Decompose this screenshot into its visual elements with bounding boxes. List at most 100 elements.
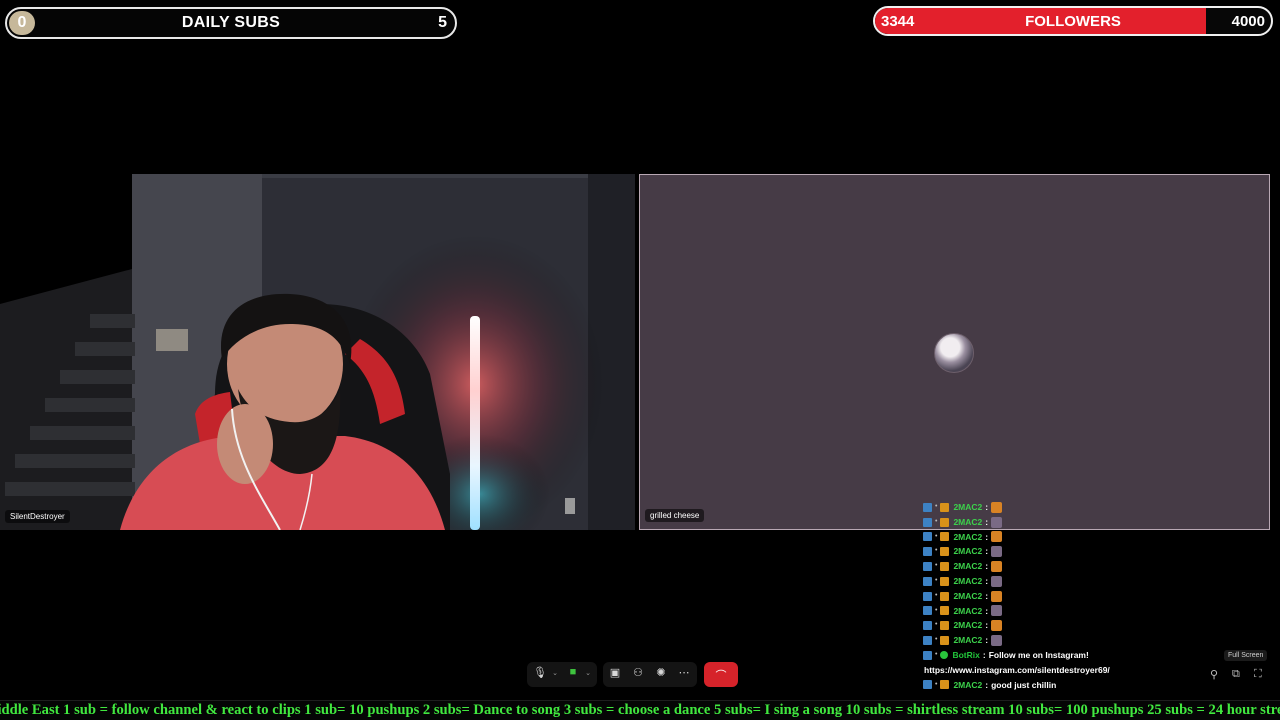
chat-username: 2MAC2 — [953, 620, 983, 631]
chat-username: BotRix — [952, 649, 980, 660]
separator-dot: • — [935, 636, 938, 644]
gamepad-icon[interactable]: ⚇ — [630, 666, 646, 679]
chevron-down-icon[interactable]: ⌄ — [584, 669, 592, 677]
chat-message: • 2MAC2: — [923, 633, 1173, 648]
separator-dot: • — [935, 680, 938, 688]
separator-dot: • — [935, 650, 938, 658]
chat-message: • 2MAC2: — [923, 544, 1173, 559]
chat-colon: : — [985, 561, 989, 572]
badge-icon — [923, 562, 932, 572]
hang-up-icon: ⌒ — [715, 670, 727, 682]
badge-icon — [923, 502, 932, 512]
popout-icon[interactable]: ⧉ — [1232, 668, 1240, 681]
crown-badge-icon — [940, 562, 950, 572]
followers-goal-target: 4000 — [1231, 13, 1265, 30]
separator-dot: • — [935, 621, 938, 629]
wave-emote — [991, 531, 1003, 543]
separator-dot: • — [935, 591, 938, 599]
wave-emote — [991, 590, 1003, 602]
badge-icon — [923, 547, 932, 557]
cat-emote — [991, 575, 1003, 587]
chat-colon: : — [985, 635, 989, 646]
subs-goal-title: DAILY SUBS — [181, 14, 281, 31]
chat-username: 2MAC2 — [953, 679, 983, 690]
pin-icon[interactable]: ⚲ — [1210, 668, 1218, 681]
crown-badge-icon — [940, 636, 950, 646]
crown-badge-icon — [940, 576, 950, 586]
subs-goal-target: 5 — [438, 14, 447, 31]
chat-message: • 2MAC2: — [923, 530, 1173, 545]
chat-colon: : — [985, 502, 989, 512]
chat-username: 2MAC2 — [953, 561, 983, 572]
chat-colon: : — [985, 546, 989, 557]
chat-message: • 2MAC2: — [923, 500, 1173, 515]
microphone-icon[interactable]: 🎙 — [532, 666, 548, 679]
badge-icon — [923, 591, 932, 601]
chat-message: • 2MAC2 : good just chillin — [923, 678, 1173, 693]
chat-colon: : — [985, 605, 989, 616]
chat-link[interactable]: https://www.instagram.com/silentdestroye… — [923, 663, 1173, 678]
chat-message: • 2MAC2: — [923, 574, 1173, 589]
chat-overlay: • 2MAC2: • 2MAC2: • 2MAC2: • 2MAC2: • 2MAC2: • 2MAC… — [923, 500, 1173, 692]
separator-dot: • — [935, 562, 938, 570]
followers-goal-title: FOLLOWERS — [1025, 13, 1121, 30]
cat-emote — [991, 516, 1003, 528]
badge-icon — [923, 606, 932, 616]
wave-emote — [991, 561, 1003, 573]
crown-badge-icon — [940, 547, 950, 557]
chat-username: 2MAC2 — [953, 546, 983, 557]
crown-badge-icon — [940, 606, 950, 616]
full-screen-tooltip: Full Screen — [1224, 650, 1268, 661]
screen-share-icon[interactable]: ▣ — [607, 666, 623, 679]
participant-name-tag: grilled cheese — [645, 509, 705, 522]
ticker-divider — [0, 700, 1280, 701]
crown-badge-icon — [940, 502, 950, 512]
chat-username: 2MAC2 — [953, 531, 983, 542]
chat-message-bot: • BotRix : Follow me on Instagram! — [923, 648, 1173, 663]
separator-dot: • — [935, 547, 938, 555]
chat-message: • 2MAC2: — [923, 604, 1173, 619]
participant-name-tag: SilentDestroyer — [5, 510, 70, 523]
chat-username: 2MAC2 — [953, 516, 983, 527]
chat-text: good just chillin — [991, 679, 1057, 690]
chat-colon: : — [985, 575, 989, 586]
chevron-down-icon[interactable]: ⌄ — [551, 669, 559, 677]
ticker-text: conflict in Middle East 1 sub = follow c… — [0, 702, 1280, 718]
tools-group: ▣ ⚇ ✺ ⋯ — [603, 662, 697, 687]
separator-dot: • — [935, 606, 938, 614]
badge-icon — [923, 680, 932, 690]
daily-subs-goal-bar: 0 DAILY SUBS 5 — [5, 7, 457, 39]
cat-avatar-icon — [934, 333, 974, 373]
chat-colon: : — [982, 649, 986, 660]
badge-icon — [923, 621, 932, 631]
cat-emote — [991, 635, 1003, 647]
wave-emote — [991, 620, 1003, 632]
cat-emote — [991, 546, 1003, 558]
chat-username: 2MAC2 — [953, 590, 983, 601]
bot-badge-icon — [940, 651, 949, 660]
crown-badge-icon — [940, 621, 950, 631]
video-tile-silentdestroyer[interactable]: SilentDestroyer — [0, 174, 635, 530]
audio-video-group: 🎙 ⌄ ■ ⌄ — [527, 662, 597, 687]
separator-dot: • — [935, 576, 938, 584]
video-tile-grilled-cheese[interactable]: grilled cheese — [639, 174, 1270, 530]
webcam-feed — [0, 174, 635, 530]
hang-up-button[interactable]: ⌒ — [704, 662, 738, 687]
chat-colon: : — [985, 620, 989, 631]
crown-badge-icon — [940, 532, 950, 542]
camera-icon[interactable]: ■ — [565, 666, 581, 678]
badge-icon — [923, 517, 932, 527]
more-icon[interactable]: ⋯ — [676, 666, 692, 679]
effects-icon[interactable]: ✺ — [653, 666, 669, 679]
crown-badge-icon — [940, 591, 950, 601]
chat-username: 2MAC2 — [953, 605, 983, 616]
chat-message: • 2MAC2: — [923, 589, 1173, 604]
fullscreen-icon[interactable]: ⛶ — [1254, 668, 1262, 681]
separator-dot: • — [935, 517, 938, 525]
separator-dot: • — [935, 503, 938, 510]
badge-icon — [923, 636, 932, 646]
chat-text: Follow me on Instagram! — [988, 649, 1089, 660]
crown-badge-icon — [940, 517, 950, 527]
chat-username: 2MAC2 — [953, 502, 983, 512]
chat-colon: : — [985, 590, 989, 601]
